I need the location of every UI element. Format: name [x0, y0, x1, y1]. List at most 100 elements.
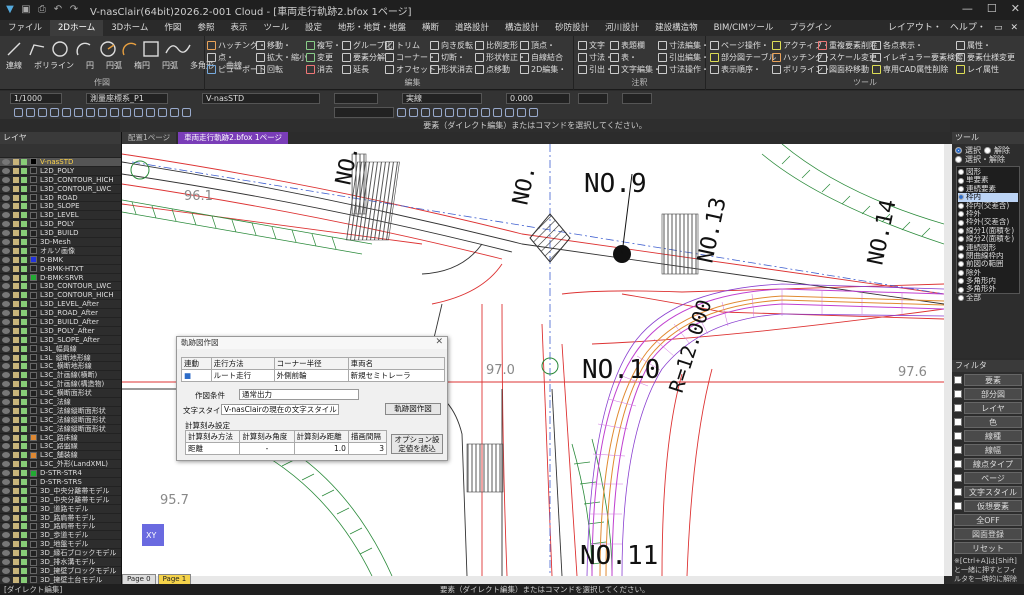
lock-icon[interactable]: [13, 345, 19, 352]
tab-draw[interactable]: 作図: [156, 20, 189, 36]
lock-icon[interactable]: [13, 158, 19, 165]
print-layer-icon[interactable]: [21, 176, 27, 183]
layer-color-swatch[interactable]: [30, 300, 37, 308]
filter-checkbox[interactable]: [954, 375, 962, 384]
selection-method-item[interactable]: 除外: [958, 269, 1018, 277]
filter-button[interactable]: 線幅: [964, 443, 1022, 456]
layer-color-swatch[interactable]: [30, 522, 37, 530]
t3-icon[interactable]: [421, 107, 430, 117]
copy-button[interactable]: 複写・: [317, 40, 341, 51]
move-button[interactable]: 移動・: [267, 40, 291, 51]
print-layer-icon[interactable]: [21, 318, 27, 325]
layer-row[interactable]: オルソ画像: [0, 247, 121, 256]
print-layer-icon[interactable]: [21, 345, 27, 352]
scale-change-button[interactable]: スケール変更: [829, 52, 877, 63]
layer-color-swatch[interactable]: [30, 425, 37, 433]
print-layer-icon[interactable]: [21, 327, 27, 334]
tab-terrain[interactable]: 地形・地質・地盤: [330, 20, 414, 36]
zoom-all-icon[interactable]: [50, 107, 59, 117]
selection-method-item[interactable]: 図形: [958, 168, 1018, 176]
restore-icon[interactable]: ▭: [994, 20, 1003, 36]
lock-icon[interactable]: [13, 452, 19, 459]
print-layer-icon[interactable]: [21, 336, 27, 343]
layer-row[interactable]: D-BMK-SRVR: [0, 274, 121, 283]
zoom-out-icon[interactable]: [26, 107, 35, 117]
visibility-eye-icon[interactable]: [2, 381, 10, 388]
selection-method-item[interactable]: 多角形内: [958, 277, 1018, 285]
hand-icon[interactable]: [182, 107, 191, 117]
print-layer-icon[interactable]: [21, 158, 27, 165]
draw-order-button[interactable]: 表示順序・: [721, 64, 761, 75]
layer-row[interactable]: L3D_CONTOUR_HICH: [0, 176, 121, 185]
tab-river-design[interactable]: 河川設計: [597, 20, 647, 36]
print-layer-icon[interactable]: [21, 212, 27, 219]
lock-icon[interactable]: [13, 247, 19, 254]
t10-icon[interactable]: [505, 107, 514, 117]
visibility-eye-icon[interactable]: [2, 461, 10, 468]
layer-row[interactable]: 3D_擁壁ブロックモデル: [0, 567, 121, 576]
style-select[interactable]: V-nasSTD: [202, 92, 320, 104]
calc-angle-value[interactable]: -: [239, 442, 295, 455]
attribute-button[interactable]: 属性・: [967, 40, 991, 51]
visibility-eye-icon[interactable]: [2, 416, 10, 423]
layer-row[interactable]: L3L_縦断地形線: [0, 354, 121, 363]
visibility-eye-icon[interactable]: [2, 452, 10, 459]
print-layer-icon[interactable]: [21, 443, 27, 450]
lock-icon[interactable]: [13, 354, 19, 361]
visibility-eye-icon[interactable]: [2, 443, 10, 450]
layer-color-swatch[interactable]: [30, 442, 37, 450]
lock-icon[interactable]: [13, 221, 19, 228]
lock-icon[interactable]: [13, 256, 19, 263]
print-layer-icon[interactable]: [21, 487, 27, 494]
layer-color-swatch[interactable]: [30, 567, 37, 575]
grid-icon[interactable]: [110, 107, 119, 117]
layer-row[interactable]: L3D_LEVEL_After: [0, 300, 121, 310]
layer-row[interactable]: 3D_中央分離帯モデル: [0, 496, 121, 505]
lock-icon[interactable]: [13, 541, 19, 548]
visibility-eye-icon[interactable]: [2, 230, 10, 237]
cut-button[interactable]: 切断・: [441, 52, 465, 63]
tab-file[interactable]: ファイル: [0, 20, 50, 36]
layer-row[interactable]: L3D_BUILD_After: [0, 318, 121, 327]
ortho-icon[interactable]: [134, 107, 143, 117]
visibility-eye-icon[interactable]: [2, 390, 10, 397]
lock-icon[interactable]: [13, 532, 19, 539]
visibility-eye-icon[interactable]: [2, 327, 10, 334]
layer-color-swatch[interactable]: [30, 514, 37, 522]
irregular-search-button[interactable]: イレギュラー要素検索: [883, 52, 963, 63]
lock-icon[interactable]: [13, 194, 19, 201]
visibility-eye-icon[interactable]: [2, 292, 10, 299]
print-layer-icon[interactable]: [21, 363, 27, 370]
lock-icon[interactable]: [13, 212, 19, 219]
layer-row[interactable]: L3D_CONTOUR_LWC: [0, 185, 121, 194]
print-layer-icon[interactable]: [21, 496, 27, 503]
lock-icon[interactable]: [13, 576, 19, 583]
layer-color-swatch[interactable]: [30, 487, 37, 495]
calc-method-value[interactable]: 距離: [184, 442, 241, 455]
row-method[interactable]: ルート走行: [210, 369, 275, 382]
print-layer-icon[interactable]: [21, 274, 27, 281]
lock-icon[interactable]: [13, 283, 19, 290]
visibility-eye-icon[interactable]: [2, 470, 10, 477]
linetype-select[interactable]: 実線: [402, 92, 482, 104]
tab-settings[interactable]: 設定: [297, 20, 330, 36]
undo-icon[interactable]: ↶: [52, 4, 64, 16]
filter-button[interactable]: 仮想要素: [964, 499, 1022, 512]
explode-button[interactable]: 要素分解: [353, 52, 385, 63]
visibility-eye-icon[interactable]: [2, 398, 10, 405]
tab-bim-cim[interactable]: BIM/CIMツール: [706, 20, 782, 36]
lock-icon[interactable]: [13, 461, 19, 468]
layer-color-swatch[interactable]: [30, 238, 37, 246]
layer-color-swatch[interactable]: [30, 336, 37, 344]
print-layer-icon[interactable]: [21, 532, 27, 539]
view3d-icon[interactable]: [86, 107, 95, 117]
tab-reference[interactable]: 参照: [189, 20, 222, 36]
visibility-eye-icon[interactable]: [2, 407, 10, 414]
t7-icon[interactable]: [469, 107, 478, 117]
layer-color-swatch[interactable]: [30, 247, 37, 255]
t4-icon[interactable]: [433, 107, 442, 117]
layer-row[interactable]: D-STR-STR4: [0, 469, 121, 479]
layer-row[interactable]: L3C_外形(LandXML): [0, 460, 121, 470]
layer-color-swatch[interactable]: [30, 185, 37, 193]
layer-row[interactable]: 3D_中央分離帯モデル: [0, 487, 121, 496]
